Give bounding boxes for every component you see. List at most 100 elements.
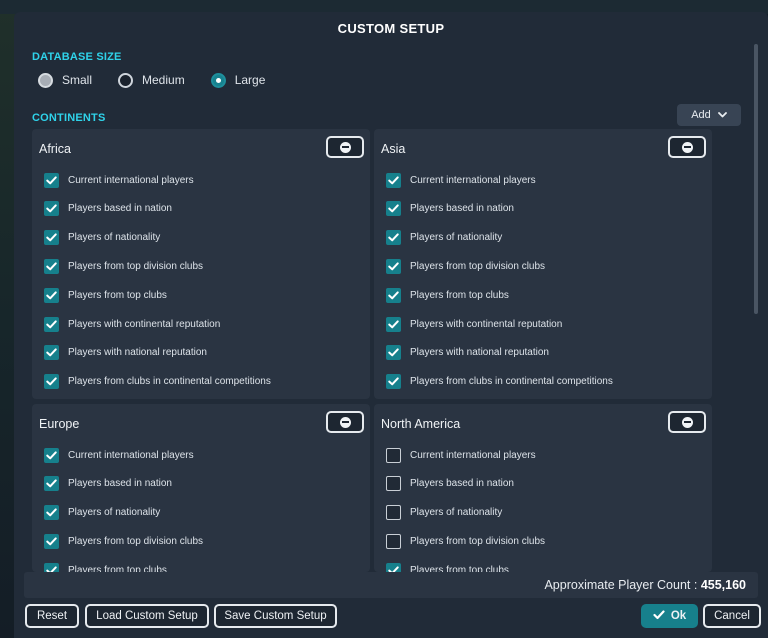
- continent-panel-africa: Africa Current international players Playe…: [32, 129, 370, 399]
- checkbox-icon[interactable]: [44, 172, 59, 188]
- option-checkbox-row[interactable]: Players from top division clubs: [44, 533, 203, 549]
- checkbox-icon[interactable]: [44, 505, 59, 521]
- option-checkbox-row[interactable]: Players based in nation: [386, 201, 514, 217]
- checkbox-icon[interactable]: [386, 374, 401, 390]
- option-checkbox-row[interactable]: Players from top clubs: [386, 562, 509, 572]
- player-count-value: 455,160: [700, 578, 746, 592]
- option-label: Players of nationality: [410, 232, 503, 244]
- checkbox-icon[interactable]: [386, 447, 401, 463]
- checkbox-icon[interactable]: [44, 316, 59, 332]
- option-label: Players with national reputation: [68, 347, 207, 359]
- checkbox-icon[interactable]: [386, 172, 401, 188]
- radio-icon: [118, 72, 134, 88]
- option-checkbox-row[interactable]: Players from top clubs: [44, 287, 167, 303]
- option-checkbox-row[interactable]: Players based in nation: [386, 476, 514, 492]
- checkbox-icon[interactable]: [386, 345, 401, 361]
- ok-button[interactable]: Ok: [641, 604, 698, 628]
- checkbox-icon[interactable]: [44, 533, 59, 549]
- database-size-radio-group: Small Medium Large: [38, 72, 291, 88]
- load-custom-setup-button[interactable]: Load Custom Setup: [85, 604, 209, 628]
- minus-circle-icon: [339, 141, 351, 153]
- option-checkbox-row[interactable]: Current international players: [386, 447, 536, 463]
- continent-panel-europe: Europe Current international players Playe…: [32, 404, 370, 572]
- checkbox-icon[interactable]: [44, 258, 59, 274]
- checkbox-icon[interactable]: [44, 562, 59, 572]
- checkbox-icon[interactable]: [386, 505, 401, 521]
- option-checkbox-row[interactable]: Players with continental reputation: [386, 316, 562, 332]
- option-checkbox-row[interactable]: Players of nationality: [44, 230, 160, 246]
- add-continent-button[interactable]: Add: [677, 104, 741, 126]
- option-label: Players from top division clubs: [68, 535, 204, 547]
- minus-circle-icon: [339, 416, 351, 428]
- option-checkbox-row[interactable]: Players based in nation: [44, 201, 172, 217]
- database-size-label: DATABASE SIZE: [32, 51, 122, 63]
- option-label: Current international players: [68, 449, 194, 461]
- reset-button[interactable]: Reset: [25, 604, 79, 628]
- option-checkbox-row[interactable]: Players of nationality: [44, 505, 160, 521]
- cancel-button[interactable]: Cancel: [703, 604, 761, 628]
- option-checkbox-row[interactable]: Players from clubs in continental compet…: [386, 374, 613, 390]
- checkbox-icon[interactable]: [44, 201, 59, 217]
- option-checkbox-row[interactable]: Current international players: [386, 172, 536, 188]
- option-checkbox-row[interactable]: Current international players: [44, 447, 194, 463]
- save-button-label: Save Custom Setup: [224, 610, 327, 622]
- option-checkbox-row[interactable]: Players based in nation: [44, 476, 172, 492]
- option-label: Players from top clubs: [68, 289, 167, 301]
- checkbox-icon[interactable]: [386, 533, 401, 549]
- checkbox-icon[interactable]: [386, 562, 401, 572]
- radio-large[interactable]: Large: [210, 72, 266, 88]
- checkbox-icon[interactable]: [44, 345, 59, 361]
- option-label: Players of nationality: [410, 507, 503, 519]
- checkbox-icon[interactable]: [44, 374, 59, 390]
- continent-title: North America: [381, 417, 461, 431]
- option-label: Current international players: [410, 449, 536, 461]
- option-label: Players based in nation: [68, 203, 172, 215]
- checkbox-icon[interactable]: [386, 201, 401, 217]
- option-label: Players from clubs in continental compet…: [410, 376, 613, 388]
- save-custom-setup-button[interactable]: Save Custom Setup: [214, 604, 337, 628]
- option-checkbox-row[interactable]: Players with national reputation: [386, 345, 549, 361]
- checkbox-icon[interactable]: [44, 476, 59, 492]
- remove-continent-button[interactable]: [668, 136, 706, 158]
- option-label: Players based in nation: [68, 478, 172, 490]
- option-label: Players from top division clubs: [68, 260, 204, 272]
- option-checkbox-row[interactable]: Players with national reputation: [44, 345, 207, 361]
- option-label: Players from top clubs: [410, 289, 509, 301]
- checkbox-icon[interactable]: [44, 230, 59, 246]
- minus-circle-icon: [681, 416, 693, 428]
- continent-title: Europe: [39, 417, 80, 431]
- checkbox-icon[interactable]: [386, 316, 401, 332]
- load-button-label: Load Custom Setup: [96, 610, 198, 622]
- checkbox-icon[interactable]: [44, 287, 59, 303]
- remove-continent-button[interactable]: [326, 411, 364, 433]
- cancel-button-label: Cancel: [714, 610, 750, 622]
- option-checkbox-row[interactable]: Players from clubs in continental compet…: [44, 374, 271, 390]
- option-checkbox-row[interactable]: Current international players: [44, 172, 194, 188]
- option-checkbox-row[interactable]: Players from top division clubs: [386, 258, 545, 274]
- radio-medium[interactable]: Medium: [118, 72, 185, 88]
- radio-icon: [210, 72, 226, 88]
- radio-large-label: Large: [234, 73, 266, 87]
- option-checkbox-row[interactable]: Players from top division clubs: [386, 533, 545, 549]
- add-button-label: Add: [691, 109, 711, 121]
- radio-small[interactable]: Small: [38, 72, 92, 88]
- checkbox-icon[interactable]: [386, 230, 401, 246]
- option-label: Players from top clubs: [68, 564, 167, 572]
- option-label: Players of nationality: [68, 507, 161, 519]
- option-checkbox-row[interactable]: Players of nationality: [386, 505, 502, 521]
- option-checkbox-row[interactable]: Players from top division clubs: [44, 258, 203, 274]
- checkbox-icon[interactable]: [386, 258, 401, 274]
- option-checkbox-row[interactable]: Players from top clubs: [386, 287, 509, 303]
- ok-button-label: Ok: [670, 610, 687, 622]
- option-checkbox-row[interactable]: Players from top clubs: [44, 562, 167, 572]
- checkbox-icon[interactable]: [386, 476, 401, 492]
- continent-title: Africa: [39, 142, 71, 156]
- checkbox-icon[interactable]: [44, 447, 59, 463]
- option-label: Players based in nation: [410, 203, 514, 215]
- remove-continent-button[interactable]: [326, 136, 364, 158]
- remove-continent-button[interactable]: [668, 411, 706, 433]
- checkbox-icon[interactable]: [386, 287, 401, 303]
- option-checkbox-row[interactable]: Players with continental reputation: [44, 316, 220, 332]
- option-checkbox-row[interactable]: Players of nationality: [386, 230, 502, 246]
- scrollbar[interactable]: [754, 44, 758, 314]
